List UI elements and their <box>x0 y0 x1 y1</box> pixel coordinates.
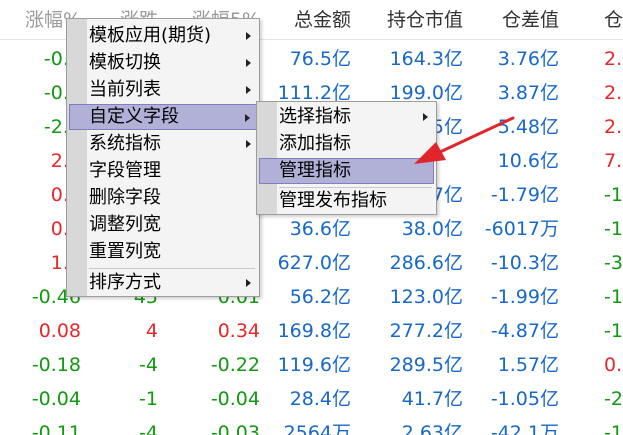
cell-position-diff: -1 <box>604 320 623 342</box>
cell-position-diff: 2. <box>604 82 623 104</box>
cell-position-diff: -1. <box>604 218 623 240</box>
cell-change-pct: 0.08 <box>38 320 81 342</box>
cell-total-amount: 28.4亿 <box>289 388 351 410</box>
cell-position-diff-value: -42.1万 <box>490 422 559 435</box>
table-row[interactable]: -0.11 -4 -0.03 2564万 2.63亿 -42.1万 -1 <box>0 418 623 435</box>
table-row[interactable]: 0.08 4 0.34 169.8亿 277.2亿 -4.87亿 -1 <box>0 316 623 346</box>
cell-position-diff-value: -4.87亿 <box>490 320 559 342</box>
cell-total-amount: 36.6亿 <box>289 218 351 240</box>
column-header-total-amount[interactable]: 总金额 <box>294 0 351 40</box>
cell-position-diff: 2. <box>604 48 623 70</box>
cell-position-value: 38.0亿 <box>401 218 463 240</box>
submenu-arrow-icon <box>246 59 251 67</box>
cell-total-amount: 56.2亿 <box>289 286 351 308</box>
cell-position-diff: -1 <box>604 184 623 206</box>
cell-position-diff-value: 3.76亿 <box>497 48 559 70</box>
column-header-position-diff-value[interactable]: 仓差值 <box>502 0 559 40</box>
table-row[interactable]: -0.18 -4 -0.22 119.6亿 289.5亿 1.57亿 0. <box>0 350 623 380</box>
cell-position-diff-value: -10.3亿 <box>490 252 559 274</box>
cell-position-diff: 2. <box>604 116 623 138</box>
menu-separator <box>89 268 255 269</box>
cell-position-diff: -3. <box>604 252 623 274</box>
submenu-arrow-icon <box>246 140 251 148</box>
menu-item-custom-field[interactable]: 自定义字段 <box>69 104 257 130</box>
menu-item-adjust-column-width[interactable]: 调整列宽 <box>69 212 257 238</box>
cell-position-diff-value: -1.79亿 <box>490 184 559 206</box>
cell-total-amount: 76.5亿 <box>289 48 351 70</box>
cell-position-diff-value: -6017万 <box>484 218 559 240</box>
cell-change: 4 <box>145 320 158 342</box>
cell-position-diff: -1 <box>604 286 623 308</box>
cell-position-value: 164.3亿 <box>389 48 463 70</box>
cell-position-diff-value: -1.99亿 <box>490 286 559 308</box>
cell-change-pct: -0.11 <box>31 422 81 435</box>
menu-item-template-apply[interactable]: 模板应用(期货) <box>69 23 257 49</box>
menu-item-field-management[interactable]: 字段管理 <box>69 158 257 184</box>
cell-change: -1 <box>139 388 158 410</box>
cell-position-diff-value: -1.05亿 <box>490 388 559 410</box>
context-menu: 模板应用(期货) 模板切换 当前列表 自定义字段 系统指标 字段管理 删除字段 … <box>66 18 260 297</box>
red-arrow-icon <box>414 116 515 164</box>
table-row[interactable]: -0.04 -1 -0.04 28.4亿 41.7亿 -1.05亿 -2. <box>0 384 623 414</box>
cell-position-value: 286.6亿 <box>389 252 463 274</box>
cell-position-value: 41.7亿 <box>401 388 463 410</box>
cell-change-pct: -0.04 <box>31 388 81 410</box>
menu-item-sort-order[interactable]: 排序方式 <box>69 270 257 296</box>
cell-position-value: 123.0亿 <box>389 286 463 308</box>
cell-total-amount: 119.6亿 <box>277 354 351 376</box>
submenu-arrow-icon <box>245 114 250 122</box>
column-header-position-diff[interactable]: 仓差 <box>604 0 623 40</box>
column-header-position-value[interactable]: 持仓市值 <box>387 0 463 40</box>
cell-position-diff: 7. <box>604 150 623 172</box>
menu-item-delete-field[interactable]: 删除字段 <box>69 185 257 211</box>
cell-position-diff-value: 3.87亿 <box>497 82 559 104</box>
menu-item-reset-column-width[interactable]: 重置列宽 <box>69 239 257 265</box>
submenu-arrow-icon <box>246 279 251 287</box>
cell-total-amount: 627.0亿 <box>277 252 351 274</box>
cell-total-amount: 2564万 <box>283 422 351 435</box>
cell-position-diff: -2. <box>604 388 623 410</box>
submenu-item-manage-published-indicator[interactable]: 管理发布指标 <box>259 188 434 214</box>
cell-change-5pct: -0.03 <box>210 422 260 435</box>
submenu-arrow-icon <box>246 32 251 40</box>
cell-position-diff-value: 1.57亿 <box>497 354 559 376</box>
submenu-arrow-icon <box>246 86 251 94</box>
menu-item-template-switch[interactable]: 模板切换 <box>69 50 257 76</box>
cell-position-value: 277.2亿 <box>389 320 463 342</box>
cell-change: -4 <box>139 422 158 435</box>
cell-change: -4 <box>139 354 158 376</box>
cell-total-amount: 169.8亿 <box>277 320 351 342</box>
cell-position-diff: -1 <box>604 422 623 435</box>
menu-item-current-list[interactable]: 当前列表 <box>69 77 257 103</box>
cell-position-value: 2.63亿 <box>401 422 463 435</box>
cell-position-diff: 0. <box>604 354 623 376</box>
menu-item-system-indicator[interactable]: 系统指标 <box>69 131 257 157</box>
cell-position-value: 289.5亿 <box>389 354 463 376</box>
cell-change-5pct: -0.04 <box>210 388 260 410</box>
cell-change-5pct: -0.22 <box>210 354 260 376</box>
cell-change-5pct: 0.34 <box>217 320 260 342</box>
cell-change-pct: -0.18 <box>31 354 81 376</box>
